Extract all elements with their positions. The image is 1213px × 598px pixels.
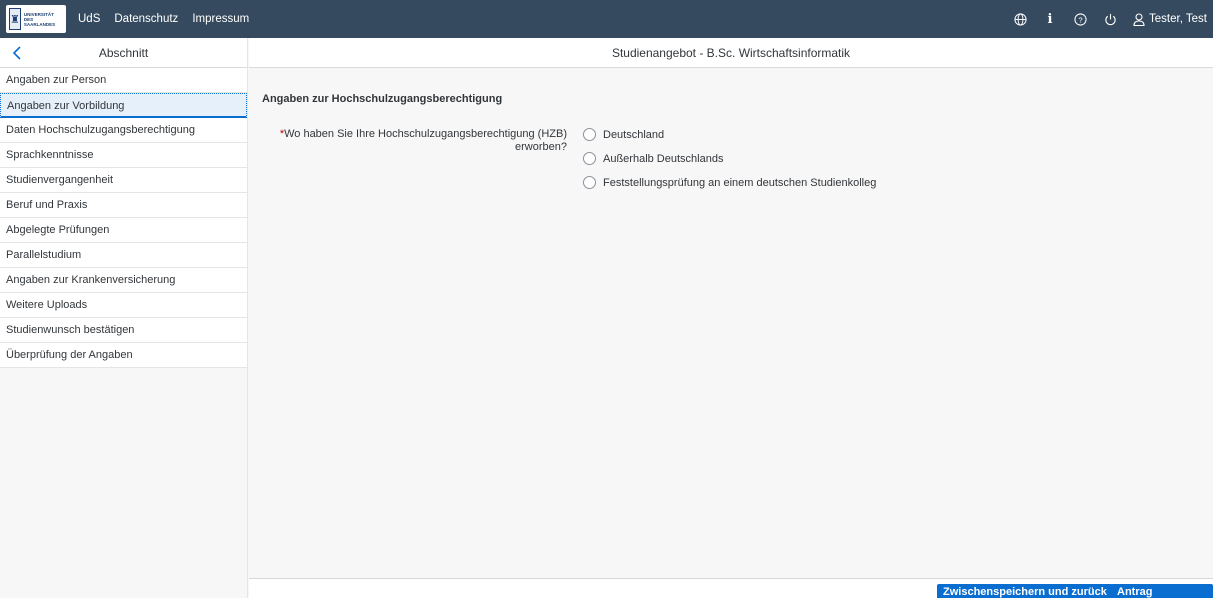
top-bar: ♜ UNIVERSITÄT DES SAARLANDES UdS Datensch… bbox=[0, 0, 1213, 38]
sidebar-item-pruefungen[interactable]: Abgelegte Prüfungen bbox=[0, 218, 247, 243]
radio-label: Außerhalb Deutschlands bbox=[603, 152, 724, 165]
question-line-2: erworben? bbox=[515, 141, 567, 153]
back-chevron-icon[interactable] bbox=[8, 44, 26, 62]
radio-option-deutschland[interactable]: Deutschland bbox=[583, 128, 664, 141]
sidebar-title: Abschnitt bbox=[98, 45, 149, 60]
nav-impressum[interactable]: Impressum bbox=[192, 13, 249, 25]
sidebar-item-hzb-daten[interactable]: Daten Hochschulzugangsberechtigung bbox=[0, 118, 247, 143]
radio-button[interactable] bbox=[583, 128, 596, 141]
form-content: Angaben zur Hochschulzugangsberechtigung… bbox=[249, 68, 1213, 578]
hzb-question-label: *Wo haben Sie Ihre Hochschulzugangsberec… bbox=[269, 128, 567, 154]
sidebar-item-krankenversicherung[interactable]: Angaben zur Krankenversicherung bbox=[0, 268, 247, 293]
help-icon[interactable]: ? bbox=[1073, 12, 1087, 26]
nav-datenschutz[interactable]: Datenschutz bbox=[114, 13, 178, 25]
university-logo[interactable]: ♜ UNIVERSITÄT DES SAARLANDES bbox=[6, 5, 66, 33]
sidebar-item-person[interactable]: Angaben zur Person bbox=[0, 68, 247, 93]
sidebar: Abschnitt Angaben zur Person Angaben zur… bbox=[0, 38, 248, 598]
nav-uds[interactable]: UdS bbox=[78, 13, 100, 25]
logo-text: UNIVERSITÄT DES SAARLANDES bbox=[23, 11, 56, 27]
submit-button[interactable]: Antrag einreichen bbox=[1111, 584, 1213, 598]
user-name: Tester, Test bbox=[1149, 13, 1207, 25]
sidebar-item-uploads[interactable]: Weitere Uploads bbox=[0, 293, 247, 318]
section-title: Angaben zur Hochschulzugangsberechtigung bbox=[262, 93, 503, 105]
sidebar-item-sprachkenntnisse[interactable]: Sprachkenntnisse bbox=[0, 143, 247, 168]
save-and-back-button[interactable]: Zwischenspeichern und zurück bbox=[937, 584, 1113, 598]
sidebar-item-ueberpruefung[interactable]: Überprüfung der Angaben bbox=[0, 343, 247, 368]
radio-label: Feststellungsprüfung an einem deutschen … bbox=[603, 176, 877, 189]
sidebar-item-vorbildung[interactable]: Angaben zur Vorbildung bbox=[0, 93, 247, 118]
sidebar-list: Angaben zur Person Angaben zur Vorbildun… bbox=[0, 68, 247, 368]
sidebar-item-studienwunsch[interactable]: Studienwunsch bestätigen bbox=[0, 318, 247, 343]
radio-label: Deutschland bbox=[603, 128, 665, 141]
top-nav: UdS Datenschutz Impressum bbox=[66, 13, 249, 25]
user-icon bbox=[1133, 12, 1145, 26]
crest-icon: ♜ bbox=[9, 8, 21, 30]
sidebar-header: Abschnitt bbox=[0, 38, 247, 68]
sidebar-item-studienvergangenheit[interactable]: Studienvergangenheit bbox=[0, 168, 247, 193]
footer-toolbar: Zwischenspeichern und zurück Antrag einr… bbox=[249, 578, 1213, 598]
power-icon[interactable] bbox=[1103, 12, 1117, 26]
radio-button[interactable] bbox=[583, 152, 596, 165]
radio-button[interactable] bbox=[583, 176, 596, 189]
top-right-actions: i ? Tester, Test bbox=[1013, 0, 1207, 38]
sidebar-item-beruf[interactable]: Beruf und Praxis bbox=[0, 193, 247, 218]
svg-text:?: ? bbox=[1078, 15, 1082, 24]
globe-icon[interactable] bbox=[1013, 12, 1027, 26]
radio-option-ausland[interactable]: Außerhalb Deutschlands bbox=[583, 152, 723, 165]
radio-option-studienkolleg[interactable]: Feststellungsprüfung an einem deutschen … bbox=[583, 176, 876, 189]
user-menu[interactable]: Tester, Test bbox=[1133, 12, 1207, 26]
info-icon[interactable]: i bbox=[1043, 12, 1057, 27]
page-title: Studienangebot - B.Sc. Wirtschaftsinform… bbox=[249, 38, 1213, 68]
sidebar-item-parallelstudium[interactable]: Parallelstudium bbox=[0, 243, 247, 268]
question-line-1: Wo haben Sie Ihre Hochschulzugangsberech… bbox=[284, 128, 567, 140]
